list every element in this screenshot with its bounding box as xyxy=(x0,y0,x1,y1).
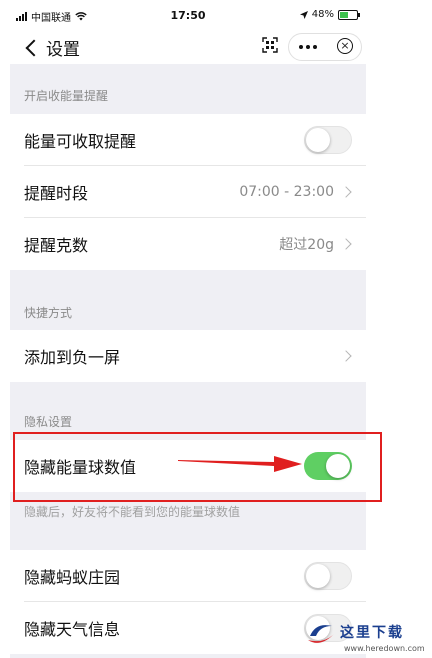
toggle-knob xyxy=(306,127,330,152)
hide-energy-hint: 隐藏后，好友将不能看到您的能量球数值 xyxy=(24,505,241,519)
annotation-arrow-icon xyxy=(178,456,302,472)
chevron-right-icon xyxy=(340,238,352,250)
scan-icon[interactable] xyxy=(262,37,278,53)
mini-program-capsule: × xyxy=(288,33,362,61)
energy-reminder-toggle[interactable] xyxy=(304,126,352,154)
energy-reminder-label: 能量可收取提醒 xyxy=(24,132,137,151)
section-header-privacy: 隐私设置 xyxy=(24,415,73,429)
back-button[interactable]: 设置 xyxy=(24,35,80,60)
reminder-period-label: 提醒时段 xyxy=(24,184,89,203)
reminder-grams-row[interactable]: 提醒克数 超过20g xyxy=(10,218,366,270)
navigation-bar: 设置 × xyxy=(10,30,366,64)
add-to-minus-one-screen-row[interactable]: 添加到负一屏 xyxy=(10,330,366,382)
battery-percent: 48% xyxy=(311,9,334,20)
reminder-grams-value: 超过20g xyxy=(279,237,334,253)
add-to-minus-one-screen-label: 添加到负一屏 xyxy=(24,348,121,367)
toggle-knob xyxy=(306,563,330,588)
hide-ant-manor-row: 隐藏蚂蚁庄园 xyxy=(10,550,366,602)
page-title: 设置 xyxy=(46,40,80,60)
watermark-url: www.heredown.com xyxy=(344,644,425,653)
watermark-title: 这里下载 xyxy=(340,625,404,641)
location-arrow-icon xyxy=(299,10,308,19)
chevron-right-icon xyxy=(340,350,352,362)
more-icon[interactable] xyxy=(299,45,317,49)
reminder-period-row[interactable]: 提醒时段 07:00 - 23:00 xyxy=(10,166,366,218)
close-icon[interactable]: × xyxy=(337,38,353,54)
phone-screen: 中国联通 17:50 48% 设置 × 开启收能量提醒 能量可收取提醒 提醒时段… xyxy=(10,0,366,658)
battery-icon xyxy=(338,9,360,20)
chevron-left-icon xyxy=(25,39,43,56)
watermark-logo-icon xyxy=(308,625,334,643)
hide-ant-manor-toggle[interactable] xyxy=(304,562,352,590)
reminder-grams-label: 提醒克数 xyxy=(24,236,89,255)
energy-reminder-row: 能量可收取提醒 xyxy=(10,114,366,166)
section-header-shortcut: 快捷方式 xyxy=(24,306,73,320)
reminder-period-value: 07:00 - 23:00 xyxy=(239,184,334,200)
section-header-reminder: 开启收能量提醒 xyxy=(24,89,109,103)
status-right: 48% xyxy=(299,9,360,20)
watermark: 这里下载 www.heredown.com xyxy=(300,616,432,658)
hide-ant-manor-label: 隐藏蚂蚁庄园 xyxy=(24,568,121,587)
status-bar: 中国联通 17:50 48% xyxy=(10,0,366,30)
hide-weather-label: 隐藏天气信息 xyxy=(24,620,121,639)
chevron-right-icon xyxy=(340,186,352,198)
